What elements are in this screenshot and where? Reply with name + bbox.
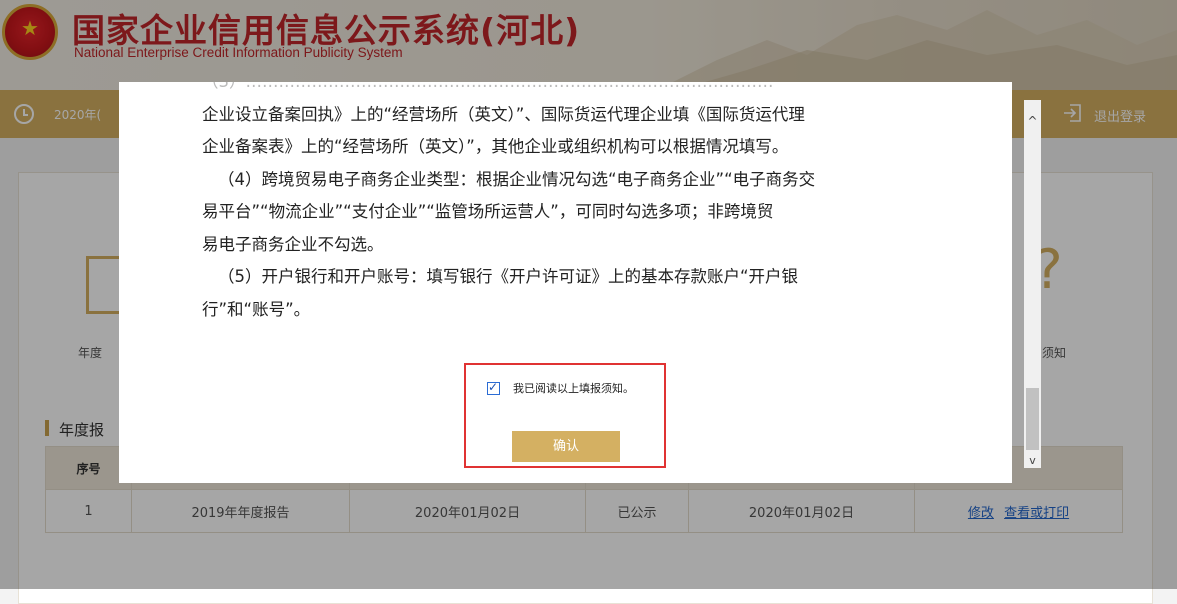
notice-line: 行”和“账号”。 [202, 299, 311, 319]
confirm-button[interactable]: 确认 [512, 431, 620, 462]
modal-scrollbar[interactable]: ^ v [1024, 100, 1041, 468]
confirm-highlight-box: 我已阅读以上填报须知。 确认 [464, 363, 666, 468]
scroll-down-arrow-icon[interactable]: v [1024, 454, 1041, 468]
notice-line: （5）开户银行和开户账号：填写银行《开户许可证》上的基本存款账户“开户银 [218, 267, 799, 286]
scroll-thumb[interactable] [1026, 388, 1039, 450]
notice-line: 企业设立备案回执》上的“经营场所（英文）”、国际货运代理企业填《国际货运代理 [202, 104, 805, 124]
notice-line: 企业备案表》上的“经营场所（英文）”，其他企业或组织机构可以根据情况填写。 [202, 137, 789, 156]
notice-text: （3）…………………………………………………………………………………… 企业设立… [202, 82, 962, 326]
scroll-up-arrow-icon[interactable]: ^ [1024, 114, 1041, 134]
notice-line: （4）跨境贸易电子商务企业类型：根据企业情况勾选“电子商务企业”“电子商务交 [218, 169, 816, 189]
notice-line: （3）…………………………………………………………………………………… [202, 82, 962, 99]
notice-line: 易电子商务企业不勾选。 [202, 234, 384, 254]
notice-line: 易平台”“物流企业”“支付企业”“监管场所运营人”，可同时勾选多项；非跨境贸 [202, 202, 774, 221]
read-agreement-label[interactable]: 我已阅读以上填报须知。 [513, 380, 634, 396]
read-agreement-checkbox[interactable] [487, 380, 500, 395]
filing-notice-modal: （3）…………………………………………………………………………………… 企业设立… [119, 82, 1012, 483]
